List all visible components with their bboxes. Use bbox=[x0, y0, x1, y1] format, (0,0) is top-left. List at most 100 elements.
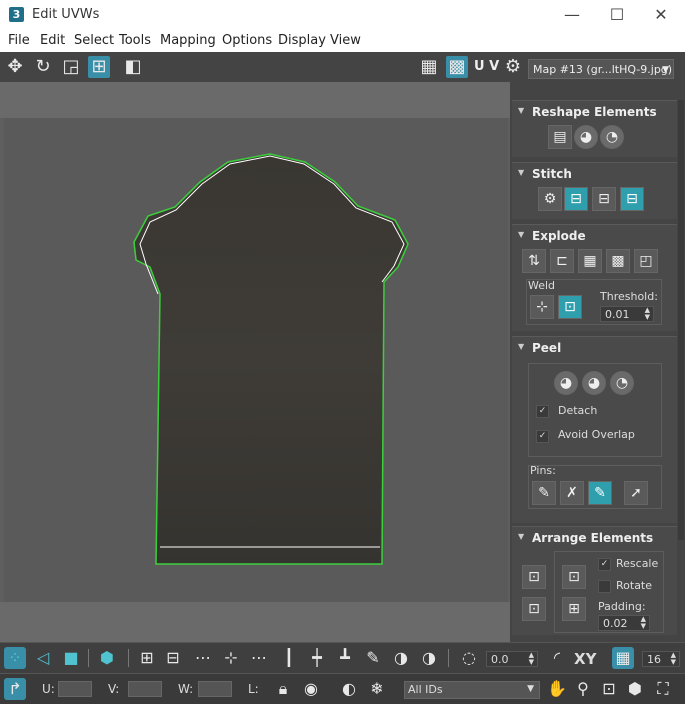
flatten-by-smoothing-icon[interactable]: ▩ bbox=[606, 249, 630, 273]
element-mode-icon[interactable]: ⬢ bbox=[96, 647, 118, 669]
hide-icon[interactable]: ◐ bbox=[338, 678, 360, 700]
align-center-icon[interactable]: ┿ bbox=[306, 647, 328, 669]
pack-together-icon[interactable]: ⊡ bbox=[522, 597, 546, 621]
checker-map-icon[interactable]: ▩ bbox=[446, 56, 468, 78]
uv-viewport[interactable] bbox=[0, 82, 510, 642]
fit-icon[interactable]: ⛶ bbox=[652, 678, 674, 700]
vertex-mode-icon[interactable]: ⁘ bbox=[4, 647, 26, 669]
detach-edge-icon[interactable]: ⊏ bbox=[550, 249, 574, 273]
brush-icon[interactable]: ◑ bbox=[390, 647, 412, 669]
rollout-stitch-title[interactable]: Stitch bbox=[532, 167, 572, 181]
pack-settings-icon[interactable]: ⊞ bbox=[562, 597, 586, 621]
pack-normalize-icon[interactable]: ⊡ bbox=[522, 565, 546, 589]
lock-icon[interactable]: 🔒︎ bbox=[272, 678, 294, 700]
padding-spinner[interactable]: 0.02 ▲ ▼ bbox=[598, 615, 650, 631]
rollout-explode-title[interactable]: Explode bbox=[532, 229, 586, 243]
straighten-icon[interactable]: ▤ bbox=[548, 125, 572, 149]
uv-mesh[interactable] bbox=[0, 82, 510, 642]
grid-snap-icon[interactable]: ▦ bbox=[612, 647, 634, 669]
panel-scrollbar[interactable] bbox=[678, 100, 684, 540]
ids-select[interactable]: All IDs ▼ bbox=[404, 681, 540, 699]
rollout-peel-title[interactable]: Peel bbox=[532, 341, 561, 355]
checker-icon[interactable]: ▦ bbox=[418, 56, 440, 78]
detach-checkbox[interactable]: ✓ bbox=[536, 405, 549, 418]
close-button[interactable]: ✕ bbox=[641, 4, 681, 26]
relax-settings-icon[interactable]: ◔ bbox=[600, 125, 624, 149]
brush-strength-icon[interactable]: ◑ bbox=[418, 647, 440, 669]
ring-select-icon[interactable]: ⊹ bbox=[220, 647, 242, 669]
loop-select-icon[interactable]: ⋯ bbox=[192, 647, 214, 669]
rotate-icon[interactable]: ↻ bbox=[32, 56, 54, 78]
stitch-average-icon[interactable]: ⊟ bbox=[592, 187, 616, 211]
move-icon[interactable]: ✥ bbox=[4, 56, 26, 78]
weld-target-icon[interactable]: ⊡ bbox=[558, 295, 582, 319]
angle-spinner[interactable]: 0.0 ▲ ▼ bbox=[486, 651, 538, 667]
menu-display[interactable]: Display bbox=[278, 33, 326, 48]
stitch-custom-icon[interactable]: ⚙ bbox=[538, 187, 562, 211]
map-settings-icon[interactable]: ⚙ bbox=[502, 56, 524, 78]
align-horizontal-icon[interactable]: ┻ bbox=[334, 647, 356, 669]
map-select[interactable]: Map #13 (gr...ltHQ-9.jpg) ▼ bbox=[528, 59, 674, 79]
v-field[interactable] bbox=[128, 681, 162, 697]
quick-peel-icon[interactable]: ◕ bbox=[554, 371, 578, 395]
rollout-reshape-title[interactable]: Reshape Elements bbox=[532, 105, 657, 119]
collapse-icon[interactable]: ▼ bbox=[518, 168, 524, 177]
pack-custom-icon[interactable]: ⊡ bbox=[562, 565, 586, 589]
transform-mode-icon[interactable]: ↱ bbox=[4, 678, 26, 700]
reset-peel-icon[interactable]: ◔ bbox=[610, 371, 634, 395]
frame-selected-icon[interactable]: ⬢ bbox=[624, 678, 646, 700]
collapse-icon[interactable]: ▼ bbox=[518, 342, 524, 351]
auto-pin-icon[interactable]: ✎ bbox=[588, 481, 612, 505]
rollout-arrange-title[interactable]: Arrange Elements bbox=[532, 531, 653, 545]
spinner-arrows-icon[interactable]: ▲ ▼ bbox=[641, 616, 646, 630]
pan-icon[interactable]: ✋ bbox=[546, 678, 568, 700]
w-field[interactable] bbox=[198, 681, 232, 697]
rotate-checkbox[interactable] bbox=[598, 580, 611, 593]
mirror-icon[interactable]: ◧ bbox=[122, 56, 144, 78]
maximize-button[interactable]: ☐ bbox=[597, 4, 637, 26]
menu-view[interactable]: View bbox=[330, 33, 361, 48]
eye-icon[interactable]: ◉ bbox=[300, 678, 322, 700]
falloff-icon[interactable]: ◜ bbox=[546, 647, 568, 669]
menu-options[interactable]: Options bbox=[222, 33, 272, 48]
paint-select-icon[interactable]: ✎ bbox=[362, 647, 384, 669]
weld-selected-icon[interactable]: ⊹ bbox=[530, 295, 554, 319]
peel-mode-icon[interactable]: ◕ bbox=[582, 371, 606, 395]
menu-edit[interactable]: Edit bbox=[40, 33, 65, 48]
zoom-region-icon[interactable]: ⊡ bbox=[598, 678, 620, 700]
spinner-arrows-icon[interactable]: ▲ ▼ bbox=[645, 307, 650, 321]
pin-icon[interactable]: ✎ bbox=[532, 481, 556, 505]
menu-select[interactable]: Select bbox=[74, 33, 114, 48]
flatten-by-material-icon[interactable]: ◰ bbox=[634, 249, 658, 273]
soft-select-icon[interactable]: ◌ bbox=[458, 647, 480, 669]
scale-icon[interactable]: ◲ bbox=[60, 56, 82, 78]
spinner-arrows-icon[interactable]: ▲ ▼ bbox=[671, 652, 676, 666]
align-vertical-icon[interactable]: ┃ bbox=[278, 647, 300, 669]
uv-toggle[interactable]: U V bbox=[474, 59, 499, 74]
flatten-icon[interactable]: ▦ bbox=[578, 249, 602, 273]
freeze-icon[interactable]: ❄ bbox=[366, 678, 388, 700]
threshold-spinner[interactable]: 0.01 ▲ ▼ bbox=[600, 306, 654, 322]
grow-select-icon[interactable]: ⊞ bbox=[136, 647, 158, 669]
zoom-icon[interactable]: ⚲ bbox=[572, 678, 594, 700]
uv-shell[interactable] bbox=[133, 153, 409, 565]
menu-tools[interactable]: Tools bbox=[119, 33, 151, 48]
face-mode-icon[interactable]: ■ bbox=[60, 647, 82, 669]
xy-toggle[interactable]: XY bbox=[574, 650, 596, 668]
freeform-icon[interactable]: ⊞ bbox=[88, 56, 110, 78]
menu-file[interactable]: File bbox=[8, 33, 30, 48]
avoid-overlap-checkbox[interactable]: ✓ bbox=[536, 430, 549, 443]
relax-icon[interactable]: ◕ bbox=[574, 125, 598, 149]
collapse-icon[interactable]: ▼ bbox=[518, 106, 524, 115]
select-pins-icon[interactable]: ➚ bbox=[624, 481, 648, 505]
minimize-button[interactable]: — bbox=[552, 4, 592, 26]
edge-select-icon[interactable]: ⋯ bbox=[248, 647, 270, 669]
unpin-icon[interactable]: ✗ bbox=[560, 481, 584, 505]
stitch-source-icon[interactable]: ⊟ bbox=[620, 187, 644, 211]
edge-mode-icon[interactable]: ◁ bbox=[32, 647, 54, 669]
spinner-arrows-icon[interactable]: ▲ ▼ bbox=[529, 652, 534, 666]
stitch-target-icon[interactable]: ⊟ bbox=[564, 187, 588, 211]
shrink-select-icon[interactable]: ⊟ bbox=[162, 647, 184, 669]
rescale-checkbox[interactable]: ✓ bbox=[598, 558, 611, 571]
zoom-spinner[interactable]: 16 ▲ ▼ bbox=[642, 651, 680, 667]
